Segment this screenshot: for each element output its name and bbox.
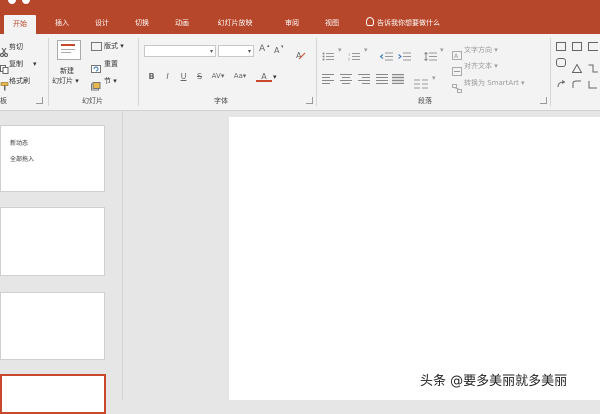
lightbulb-icon — [366, 17, 374, 26]
smartart-icon[interactable] — [452, 78, 462, 93]
thumbnail-text: 全部拖入 — [10, 156, 35, 163]
distributed-icon[interactable] — [392, 74, 404, 84]
group-divider — [138, 38, 139, 106]
tab-slideshow[interactable]: 幻灯片放映 — [204, 14, 266, 32]
new-slide-icon[interactable] — [57, 40, 81, 60]
ribbon-home: 剪切 复制 ▾ 格式刷 板 新建 幻灯片 ▾ 版式 ▾ 重置 节 ▾ 幻灯片 ▾… — [0, 34, 600, 111]
section-icon[interactable] — [91, 76, 101, 91]
textbox-shape-icon[interactable] — [556, 42, 566, 51]
slides-group-label: 幻灯片 — [82, 97, 103, 105]
line-shape-icon[interactable] — [588, 42, 598, 51]
tab-transitions[interactable]: 切换 — [128, 14, 156, 32]
svg-text:2: 2 — [348, 58, 350, 62]
svg-text:A: A — [454, 53, 459, 60]
tab-insert[interactable]: 插入 — [48, 14, 76, 32]
chevron-down-icon[interactable]: ▾ — [273, 73, 277, 82]
shrink-font-button[interactable]: A — [274, 46, 279, 55]
slide-canvas[interactable] — [229, 117, 600, 400]
group-divider — [316, 38, 317, 106]
chevron-down-icon[interactable]: ▾ — [432, 74, 436, 83]
chevron-down-icon[interactable]: ▾ — [364, 46, 368, 55]
textbox-shape-icon[interactable] — [572, 42, 582, 51]
rectangle-shape-icon[interactable] — [556, 58, 566, 67]
tab-animations[interactable]: 动画 — [168, 14, 196, 32]
paragraph-launcher-icon[interactable] — [540, 97, 547, 104]
connector-shape-icon[interactable] — [588, 58, 598, 73]
chevron-down-icon[interactable]: ▾ — [248, 48, 251, 55]
underline-button[interactable]: U — [178, 71, 189, 82]
tell-me-label: 告诉我你想要做什么 — [377, 19, 440, 27]
text-direction-button[interactable]: 文字方向 ▾ — [464, 46, 498, 55]
clear-formatting-icon[interactable]: A — [296, 45, 306, 60]
font-group-label: 字体 — [214, 97, 228, 105]
chevron-down-icon[interactable]: ▾ — [440, 46, 444, 55]
smartart-button[interactable]: 转换为 SmartArt ▾ — [464, 79, 525, 88]
character-spacing-button[interactable]: AV▾ — [210, 71, 226, 82]
slide-thumbnail[interactable] — [0, 292, 105, 360]
tab-home[interactable]: 开始 — [4, 15, 36, 34]
thumbnail-text: 新动态 — [10, 140, 29, 147]
slide-thumbnails-pane: 新动态 全部拖入 — [0, 111, 123, 414]
new-slide-label[interactable]: 新建 — [60, 67, 74, 76]
arrow-shape-icon[interactable] — [556, 74, 566, 88]
font-size-input[interactable]: ▾ — [218, 45, 254, 57]
triangle-shape-icon[interactable] — [571, 58, 583, 73]
chevron-down-icon[interactable]: ▾ — [338, 46, 342, 55]
align-text-button[interactable]: 对齐文本 ▾ — [464, 62, 498, 71]
font-launcher-icon[interactable] — [306, 97, 313, 104]
tab-review[interactable]: 审阅 — [278, 14, 306, 32]
chevron-down-icon[interactable]: ▾ — [33, 60, 37, 69]
align-text-icon[interactable] — [452, 61, 462, 76]
layout-icon[interactable] — [91, 42, 102, 51]
caret-down-icon: ▾ — [281, 44, 284, 50]
align-center-icon[interactable] — [340, 74, 352, 84]
curve-shape-icon[interactable] — [572, 74, 582, 88]
layout-button[interactable]: 版式 ▾ — [104, 42, 124, 51]
new-slide-label-2[interactable]: 幻灯片 ▾ — [52, 77, 79, 86]
reset-icon[interactable] — [91, 59, 101, 73]
cut-button[interactable]: 剪切 — [9, 43, 23, 52]
ribbon-tab-bar: 开始 插入 设计 切换 动画 幻灯片放映 审阅 视图 告诉我你想要做什么 — [0, 10, 600, 34]
justify-icon[interactable] — [376, 74, 388, 84]
slide-thumbnail[interactable]: 新动态 全部拖入 — [0, 125, 105, 192]
italic-button[interactable]: I — [162, 71, 173, 82]
columns-icon[interactable] — [414, 74, 430, 89]
format-painter-button[interactable]: 格式刷 — [9, 77, 30, 86]
tell-me-search[interactable]: 告诉我你想要做什么 — [366, 14, 440, 32]
bold-button[interactable]: B — [146, 71, 157, 82]
line-spacing-icon[interactable] — [424, 46, 438, 62]
bullets-icon[interactable] — [322, 46, 336, 61]
slide-thumbnail-selected[interactable] — [0, 374, 106, 414]
grow-font-button[interactable]: A — [259, 45, 265, 54]
clipboard-group-label: 板 — [0, 97, 7, 105]
numbering-icon[interactable]: 12 — [348, 46, 362, 62]
group-divider — [550, 38, 551, 106]
clipboard-launcher-icon[interactable] — [36, 97, 43, 104]
increase-indent-icon[interactable] — [398, 46, 412, 61]
strikethrough-button[interactable]: S — [194, 71, 205, 82]
font-name-input[interactable]: ▾ — [144, 45, 216, 57]
decrease-indent-icon[interactable] — [379, 46, 394, 61]
copy-button[interactable]: 复制 — [9, 60, 23, 69]
change-case-button[interactable]: Aa▾ — [230, 71, 250, 82]
svg-text:1: 1 — [348, 53, 350, 57]
align-right-icon[interactable] — [358, 74, 370, 84]
slide-thumbnail[interactable] — [0, 207, 105, 276]
window-control-icon[interactable] — [22, 0, 30, 4]
window-control-icon[interactable] — [8, 0, 16, 4]
watermark-text: 头条 @要多美丽就多美丽 — [420, 374, 568, 389]
group-divider — [48, 38, 49, 106]
reset-button[interactable]: 重置 — [104, 60, 118, 69]
title-bar — [0, 0, 600, 10]
align-left-icon[interactable] — [322, 74, 334, 84]
paragraph-group-label: 段落 — [418, 97, 432, 105]
text-direction-icon[interactable]: A — [452, 45, 462, 60]
more-shapes-icon[interactable] — [588, 74, 598, 89]
caret-up-icon: ▴ — [267, 43, 270, 49]
font-color-button[interactable]: A — [256, 71, 272, 82]
section-button[interactable]: 节 ▾ — [104, 77, 117, 86]
tab-design[interactable]: 设计 — [88, 14, 116, 32]
chevron-down-icon[interactable]: ▾ — [210, 48, 213, 55]
tab-view[interactable]: 视图 — [318, 14, 346, 32]
